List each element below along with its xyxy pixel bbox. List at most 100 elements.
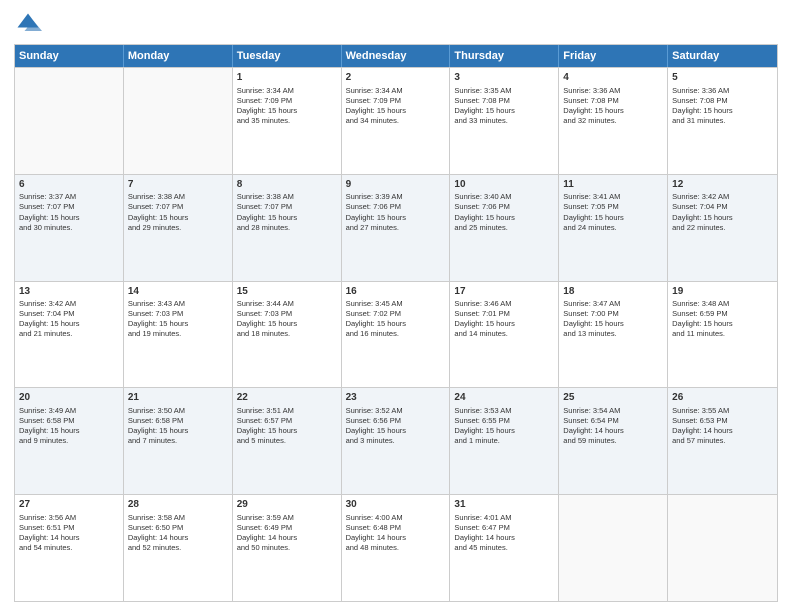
day-number: 24 <box>454 391 554 405</box>
cal-cell-day-30: 30Sunrise: 4:00 AM Sunset: 6:48 PM Dayli… <box>342 495 451 601</box>
day-number: 5 <box>672 71 773 85</box>
cal-cell-day-4: 4Sunrise: 3:36 AM Sunset: 7:08 PM Daylig… <box>559 68 668 174</box>
logo-icon <box>14 10 42 38</box>
col-header-saturday: Saturday <box>668 45 777 67</box>
day-number: 13 <box>19 285 119 299</box>
cal-week-row-1: 6Sunrise: 3:37 AM Sunset: 7:07 PM Daylig… <box>15 174 777 281</box>
cal-cell-day-12: 12Sunrise: 3:42 AM Sunset: 7:04 PM Dayli… <box>668 175 777 281</box>
cell-info: Sunrise: 3:34 AM Sunset: 7:09 PM Dayligh… <box>237 86 337 127</box>
day-number: 9 <box>346 178 446 192</box>
cal-cell-day-5: 5Sunrise: 3:36 AM Sunset: 7:08 PM Daylig… <box>668 68 777 174</box>
day-number: 21 <box>128 391 228 405</box>
cal-cell-day-16: 16Sunrise: 3:45 AM Sunset: 7:02 PM Dayli… <box>342 282 451 388</box>
day-number: 6 <box>19 178 119 192</box>
day-number: 31 <box>454 498 554 512</box>
day-number: 1 <box>237 71 337 85</box>
cell-info: Sunrise: 3:36 AM Sunset: 7:08 PM Dayligh… <box>563 86 663 127</box>
col-header-monday: Monday <box>124 45 233 67</box>
day-number: 25 <box>563 391 663 405</box>
day-number: 11 <box>563 178 663 192</box>
col-header-friday: Friday <box>559 45 668 67</box>
cal-cell-day-18: 18Sunrise: 3:47 AM Sunset: 7:00 PM Dayli… <box>559 282 668 388</box>
day-number: 29 <box>237 498 337 512</box>
cal-cell-empty <box>15 68 124 174</box>
cal-week-row-0: 1Sunrise: 3:34 AM Sunset: 7:09 PM Daylig… <box>15 67 777 174</box>
cal-cell-empty <box>668 495 777 601</box>
day-number: 8 <box>237 178 337 192</box>
cell-info: Sunrise: 3:47 AM Sunset: 7:00 PM Dayligh… <box>563 299 663 340</box>
cal-cell-day-23: 23Sunrise: 3:52 AM Sunset: 6:56 PM Dayli… <box>342 388 451 494</box>
page: SundayMondayTuesdayWednesdayThursdayFrid… <box>0 0 792 612</box>
cell-info: Sunrise: 3:39 AM Sunset: 7:06 PM Dayligh… <box>346 192 446 233</box>
cell-info: Sunrise: 3:55 AM Sunset: 6:53 PM Dayligh… <box>672 406 773 447</box>
cell-info: Sunrise: 3:34 AM Sunset: 7:09 PM Dayligh… <box>346 86 446 127</box>
day-number: 30 <box>346 498 446 512</box>
cal-cell-day-7: 7Sunrise: 3:38 AM Sunset: 7:07 PM Daylig… <box>124 175 233 281</box>
day-number: 23 <box>346 391 446 405</box>
cal-cell-day-1: 1Sunrise: 3:34 AM Sunset: 7:09 PM Daylig… <box>233 68 342 174</box>
day-number: 27 <box>19 498 119 512</box>
day-number: 20 <box>19 391 119 405</box>
cal-cell-day-21: 21Sunrise: 3:50 AM Sunset: 6:58 PM Dayli… <box>124 388 233 494</box>
cal-cell-day-26: 26Sunrise: 3:55 AM Sunset: 6:53 PM Dayli… <box>668 388 777 494</box>
cal-cell-day-11: 11Sunrise: 3:41 AM Sunset: 7:05 PM Dayli… <box>559 175 668 281</box>
cell-info: Sunrise: 3:38 AM Sunset: 7:07 PM Dayligh… <box>237 192 337 233</box>
cell-info: Sunrise: 3:38 AM Sunset: 7:07 PM Dayligh… <box>128 192 228 233</box>
cell-info: Sunrise: 3:35 AM Sunset: 7:08 PM Dayligh… <box>454 86 554 127</box>
cell-info: Sunrise: 3:45 AM Sunset: 7:02 PM Dayligh… <box>346 299 446 340</box>
cell-info: Sunrise: 3:41 AM Sunset: 7:05 PM Dayligh… <box>563 192 663 233</box>
cal-cell-day-28: 28Sunrise: 3:58 AM Sunset: 6:50 PM Dayli… <box>124 495 233 601</box>
cell-info: Sunrise: 3:50 AM Sunset: 6:58 PM Dayligh… <box>128 406 228 447</box>
cell-info: Sunrise: 3:37 AM Sunset: 7:07 PM Dayligh… <box>19 192 119 233</box>
cal-cell-day-10: 10Sunrise: 3:40 AM Sunset: 7:06 PM Dayli… <box>450 175 559 281</box>
cal-cell-day-31: 31Sunrise: 4:01 AM Sunset: 6:47 PM Dayli… <box>450 495 559 601</box>
cell-info: Sunrise: 3:36 AM Sunset: 7:08 PM Dayligh… <box>672 86 773 127</box>
cell-info: Sunrise: 3:44 AM Sunset: 7:03 PM Dayligh… <box>237 299 337 340</box>
day-number: 12 <box>672 178 773 192</box>
day-number: 10 <box>454 178 554 192</box>
cell-info: Sunrise: 4:01 AM Sunset: 6:47 PM Dayligh… <box>454 513 554 554</box>
calendar-header-row: SundayMondayTuesdayWednesdayThursdayFrid… <box>15 45 777 67</box>
cal-cell-empty <box>124 68 233 174</box>
col-header-thursday: Thursday <box>450 45 559 67</box>
col-header-wednesday: Wednesday <box>342 45 451 67</box>
cal-cell-day-24: 24Sunrise: 3:53 AM Sunset: 6:55 PM Dayli… <box>450 388 559 494</box>
col-header-sunday: Sunday <box>15 45 124 67</box>
cal-cell-day-20: 20Sunrise: 3:49 AM Sunset: 6:58 PM Dayli… <box>15 388 124 494</box>
cal-week-row-2: 13Sunrise: 3:42 AM Sunset: 7:04 PM Dayli… <box>15 281 777 388</box>
day-number: 15 <box>237 285 337 299</box>
cell-info: Sunrise: 3:48 AM Sunset: 6:59 PM Dayligh… <box>672 299 773 340</box>
cell-info: Sunrise: 3:53 AM Sunset: 6:55 PM Dayligh… <box>454 406 554 447</box>
day-number: 19 <box>672 285 773 299</box>
day-number: 28 <box>128 498 228 512</box>
cal-cell-day-8: 8Sunrise: 3:38 AM Sunset: 7:07 PM Daylig… <box>233 175 342 281</box>
cal-cell-day-29: 29Sunrise: 3:59 AM Sunset: 6:49 PM Dayli… <box>233 495 342 601</box>
day-number: 26 <box>672 391 773 405</box>
cal-cell-day-9: 9Sunrise: 3:39 AM Sunset: 7:06 PM Daylig… <box>342 175 451 281</box>
cal-cell-day-14: 14Sunrise: 3:43 AM Sunset: 7:03 PM Dayli… <box>124 282 233 388</box>
logo <box>14 10 46 38</box>
cell-info: Sunrise: 3:51 AM Sunset: 6:57 PM Dayligh… <box>237 406 337 447</box>
cell-info: Sunrise: 3:46 AM Sunset: 7:01 PM Dayligh… <box>454 299 554 340</box>
cal-week-row-3: 20Sunrise: 3:49 AM Sunset: 6:58 PM Dayli… <box>15 387 777 494</box>
day-number: 4 <box>563 71 663 85</box>
cal-cell-day-6: 6Sunrise: 3:37 AM Sunset: 7:07 PM Daylig… <box>15 175 124 281</box>
cell-info: Sunrise: 3:59 AM Sunset: 6:49 PM Dayligh… <box>237 513 337 554</box>
cell-info: Sunrise: 3:49 AM Sunset: 6:58 PM Dayligh… <box>19 406 119 447</box>
day-number: 3 <box>454 71 554 85</box>
header <box>14 10 778 38</box>
day-number: 7 <box>128 178 228 192</box>
cal-cell-day-15: 15Sunrise: 3:44 AM Sunset: 7:03 PM Dayli… <box>233 282 342 388</box>
cal-cell-day-25: 25Sunrise: 3:54 AM Sunset: 6:54 PM Dayli… <box>559 388 668 494</box>
cal-week-row-4: 27Sunrise: 3:56 AM Sunset: 6:51 PM Dayli… <box>15 494 777 601</box>
day-number: 16 <box>346 285 446 299</box>
cell-info: Sunrise: 3:58 AM Sunset: 6:50 PM Dayligh… <box>128 513 228 554</box>
calendar: SundayMondayTuesdayWednesdayThursdayFrid… <box>14 44 778 602</box>
day-number: 18 <box>563 285 663 299</box>
day-number: 14 <box>128 285 228 299</box>
cal-cell-day-2: 2Sunrise: 3:34 AM Sunset: 7:09 PM Daylig… <box>342 68 451 174</box>
day-number: 22 <box>237 391 337 405</box>
cal-cell-day-3: 3Sunrise: 3:35 AM Sunset: 7:08 PM Daylig… <box>450 68 559 174</box>
day-number: 2 <box>346 71 446 85</box>
cell-info: Sunrise: 3:56 AM Sunset: 6:51 PM Dayligh… <box>19 513 119 554</box>
